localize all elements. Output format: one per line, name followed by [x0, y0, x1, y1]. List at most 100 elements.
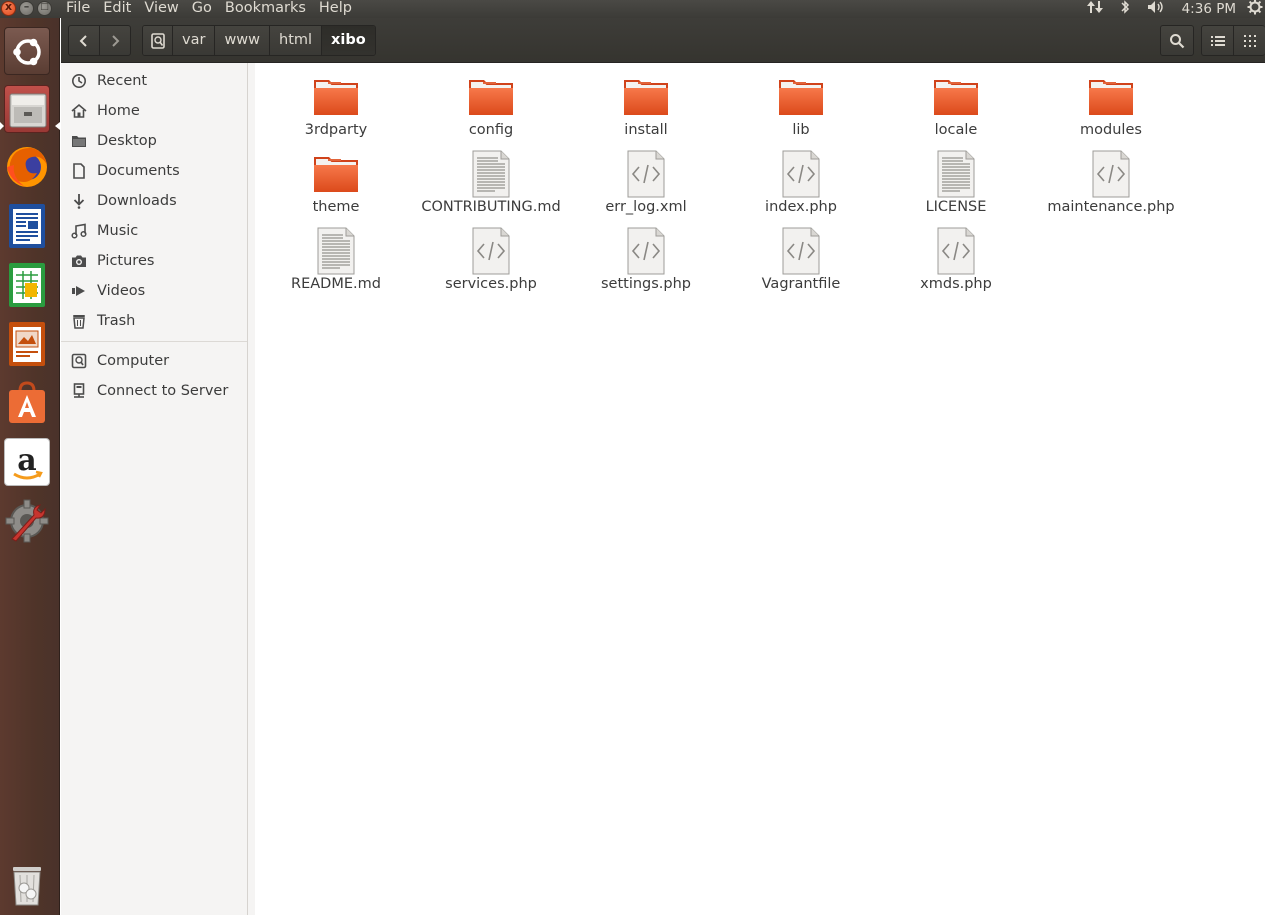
svg-text:a: a — [17, 443, 36, 478]
list-icon — [1210, 35, 1225, 46]
clock-icon — [71, 73, 87, 89]
file-item[interactable]: xmds.php — [881, 227, 1031, 302]
folder-icon — [571, 73, 721, 121]
bluetooth-icon[interactable] — [1120, 0, 1130, 20]
window-maximize-button[interactable]: □ — [37, 1, 52, 16]
file-name: README.md — [291, 276, 381, 292]
sidebar-item-documents[interactable]: Documents — [61, 156, 247, 186]
sidebar-item-recent[interactable]: Recent — [61, 66, 247, 96]
network-updown-icon[interactable] — [1086, 0, 1104, 20]
sidebar-item-pictures[interactable]: Pictures — [61, 246, 247, 276]
gear-icon[interactable] — [1247, 0, 1263, 20]
menu-view[interactable]: View — [144, 0, 178, 18]
menu-file[interactable]: File — [66, 0, 90, 18]
search-button[interactable] — [1160, 25, 1194, 56]
launcher: a — [0, 18, 60, 915]
trash-icon[interactable] — [4, 861, 50, 909]
code-file-icon — [726, 227, 876, 275]
sidebar-item-music[interactable]: Music — [61, 216, 247, 246]
amazon-icon[interactable]: a — [4, 438, 50, 486]
volume-icon[interactable] — [1146, 0, 1166, 20]
sidebar-item-desktop[interactable]: Desktop — [61, 126, 247, 156]
file-item[interactable]: locale — [881, 73, 1031, 148]
file-cabinet-icon[interactable] — [4, 85, 50, 133]
window-close-button[interactable]: x — [1, 0, 16, 16]
document-icon — [71, 163, 87, 179]
software-bag-icon[interactable] — [4, 379, 50, 427]
file-name: 3rdparty — [304, 122, 368, 138]
header-bar: var www html xibo — [61, 18, 1265, 63]
path-crumb-www[interactable]: www — [215, 26, 271, 55]
file-item[interactable]: Vagrantfile — [726, 227, 876, 302]
sidebar-divider — [61, 341, 247, 342]
file-name: err_log.xml — [605, 199, 687, 215]
calc-icon[interactable] — [4, 261, 50, 309]
path-crumb-xibo[interactable]: xibo — [322, 26, 375, 55]
forward-button[interactable] — [99, 25, 131, 56]
window-minimize-button[interactable]: – — [19, 0, 34, 16]
path-crumb-var[interactable]: var — [173, 26, 216, 55]
menu-help[interactable]: Help — [319, 0, 352, 18]
file-item[interactable]: index.php — [726, 150, 876, 225]
menu-edit[interactable]: Edit — [103, 0, 131, 18]
file-name: settings.php — [600, 276, 692, 292]
sidebar-item-home[interactable]: Home — [61, 96, 247, 126]
file-name: CONTRIBUTING.md — [421, 199, 561, 215]
path-crumb-html[interactable]: html — [270, 26, 323, 55]
sidebar-item-videos[interactable]: Videos — [61, 276, 247, 306]
sidebar-item-trash[interactable]: Trash — [61, 306, 247, 336]
file-item[interactable]: maintenance.php — [1036, 150, 1186, 225]
impress-icon[interactable] — [4, 320, 50, 368]
menu-bookmarks[interactable]: Bookmarks — [225, 0, 306, 18]
sidebar-resize-handle[interactable] — [248, 63, 255, 915]
file-name: locale — [934, 122, 978, 138]
file-item[interactable]: CONTRIBUTING.md — [416, 150, 566, 225]
grid-view-button[interactable] — [1233, 25, 1265, 56]
sidebar-item-label: Documents — [97, 163, 180, 179]
video-icon — [71, 283, 87, 299]
sidebar-item-label: Pictures — [97, 253, 155, 269]
sidebar-item-label: Recent — [97, 73, 148, 89]
path-root-button[interactable] — [143, 26, 173, 55]
file-item[interactable]: README.md — [261, 227, 411, 302]
clock[interactable]: 4:36 PM — [1182, 1, 1236, 17]
file-name: LICENSE — [925, 199, 987, 215]
file-item[interactable]: lib — [726, 73, 876, 148]
file-item[interactable]: services.php — [416, 227, 566, 302]
file-item[interactable]: install — [571, 73, 721, 148]
menu-go[interactable]: Go — [192, 0, 212, 18]
sidebar-item-computer[interactable]: Computer — [61, 346, 247, 376]
file-name: theme — [312, 199, 360, 215]
maximize-icon: □ — [40, 2, 49, 12]
file-item[interactable]: theme — [261, 150, 411, 225]
search-icon — [1170, 33, 1185, 48]
file-item[interactable]: modules — [1036, 73, 1186, 148]
folder-icon — [881, 73, 1031, 121]
firefox-icon[interactable] — [4, 143, 50, 191]
drive-icon — [71, 353, 87, 369]
settings-wrench-icon[interactable] — [4, 497, 50, 545]
folder-icon — [416, 73, 566, 121]
writer-icon[interactable] — [4, 202, 50, 250]
file-item[interactable]: config — [416, 73, 566, 148]
network-server-icon — [71, 383, 87, 399]
sidebar-item-label: Home — [97, 103, 140, 119]
text-file-icon — [261, 227, 411, 275]
places-sidebar: Recent Home Desktop Documents Downloads … — [61, 63, 248, 915]
close-icon: x — [4, 0, 13, 13]
file-item[interactable]: err_log.xml — [571, 150, 721, 225]
file-item[interactable]: settings.php — [571, 227, 721, 302]
indicator-area: 4:36 PM — [1086, 0, 1265, 18]
sidebar-item-downloads[interactable]: Downloads — [61, 186, 247, 216]
file-item[interactable]: 3rdparty — [261, 73, 411, 148]
folder-icon — [726, 73, 876, 121]
sidebar-item-connect-to-server[interactable]: Connect to Server — [61, 376, 247, 406]
grid-icon — [1243, 34, 1256, 47]
ubuntu-logo-icon[interactable] — [4, 27, 50, 75]
file-item[interactable]: LICENSE — [881, 150, 1031, 225]
file-name: services.php — [445, 276, 537, 292]
back-button[interactable] — [68, 25, 100, 56]
chevron-right-icon — [112, 34, 120, 47]
sidebar-item-label: Desktop — [97, 133, 157, 149]
list-view-button[interactable] — [1201, 25, 1234, 56]
